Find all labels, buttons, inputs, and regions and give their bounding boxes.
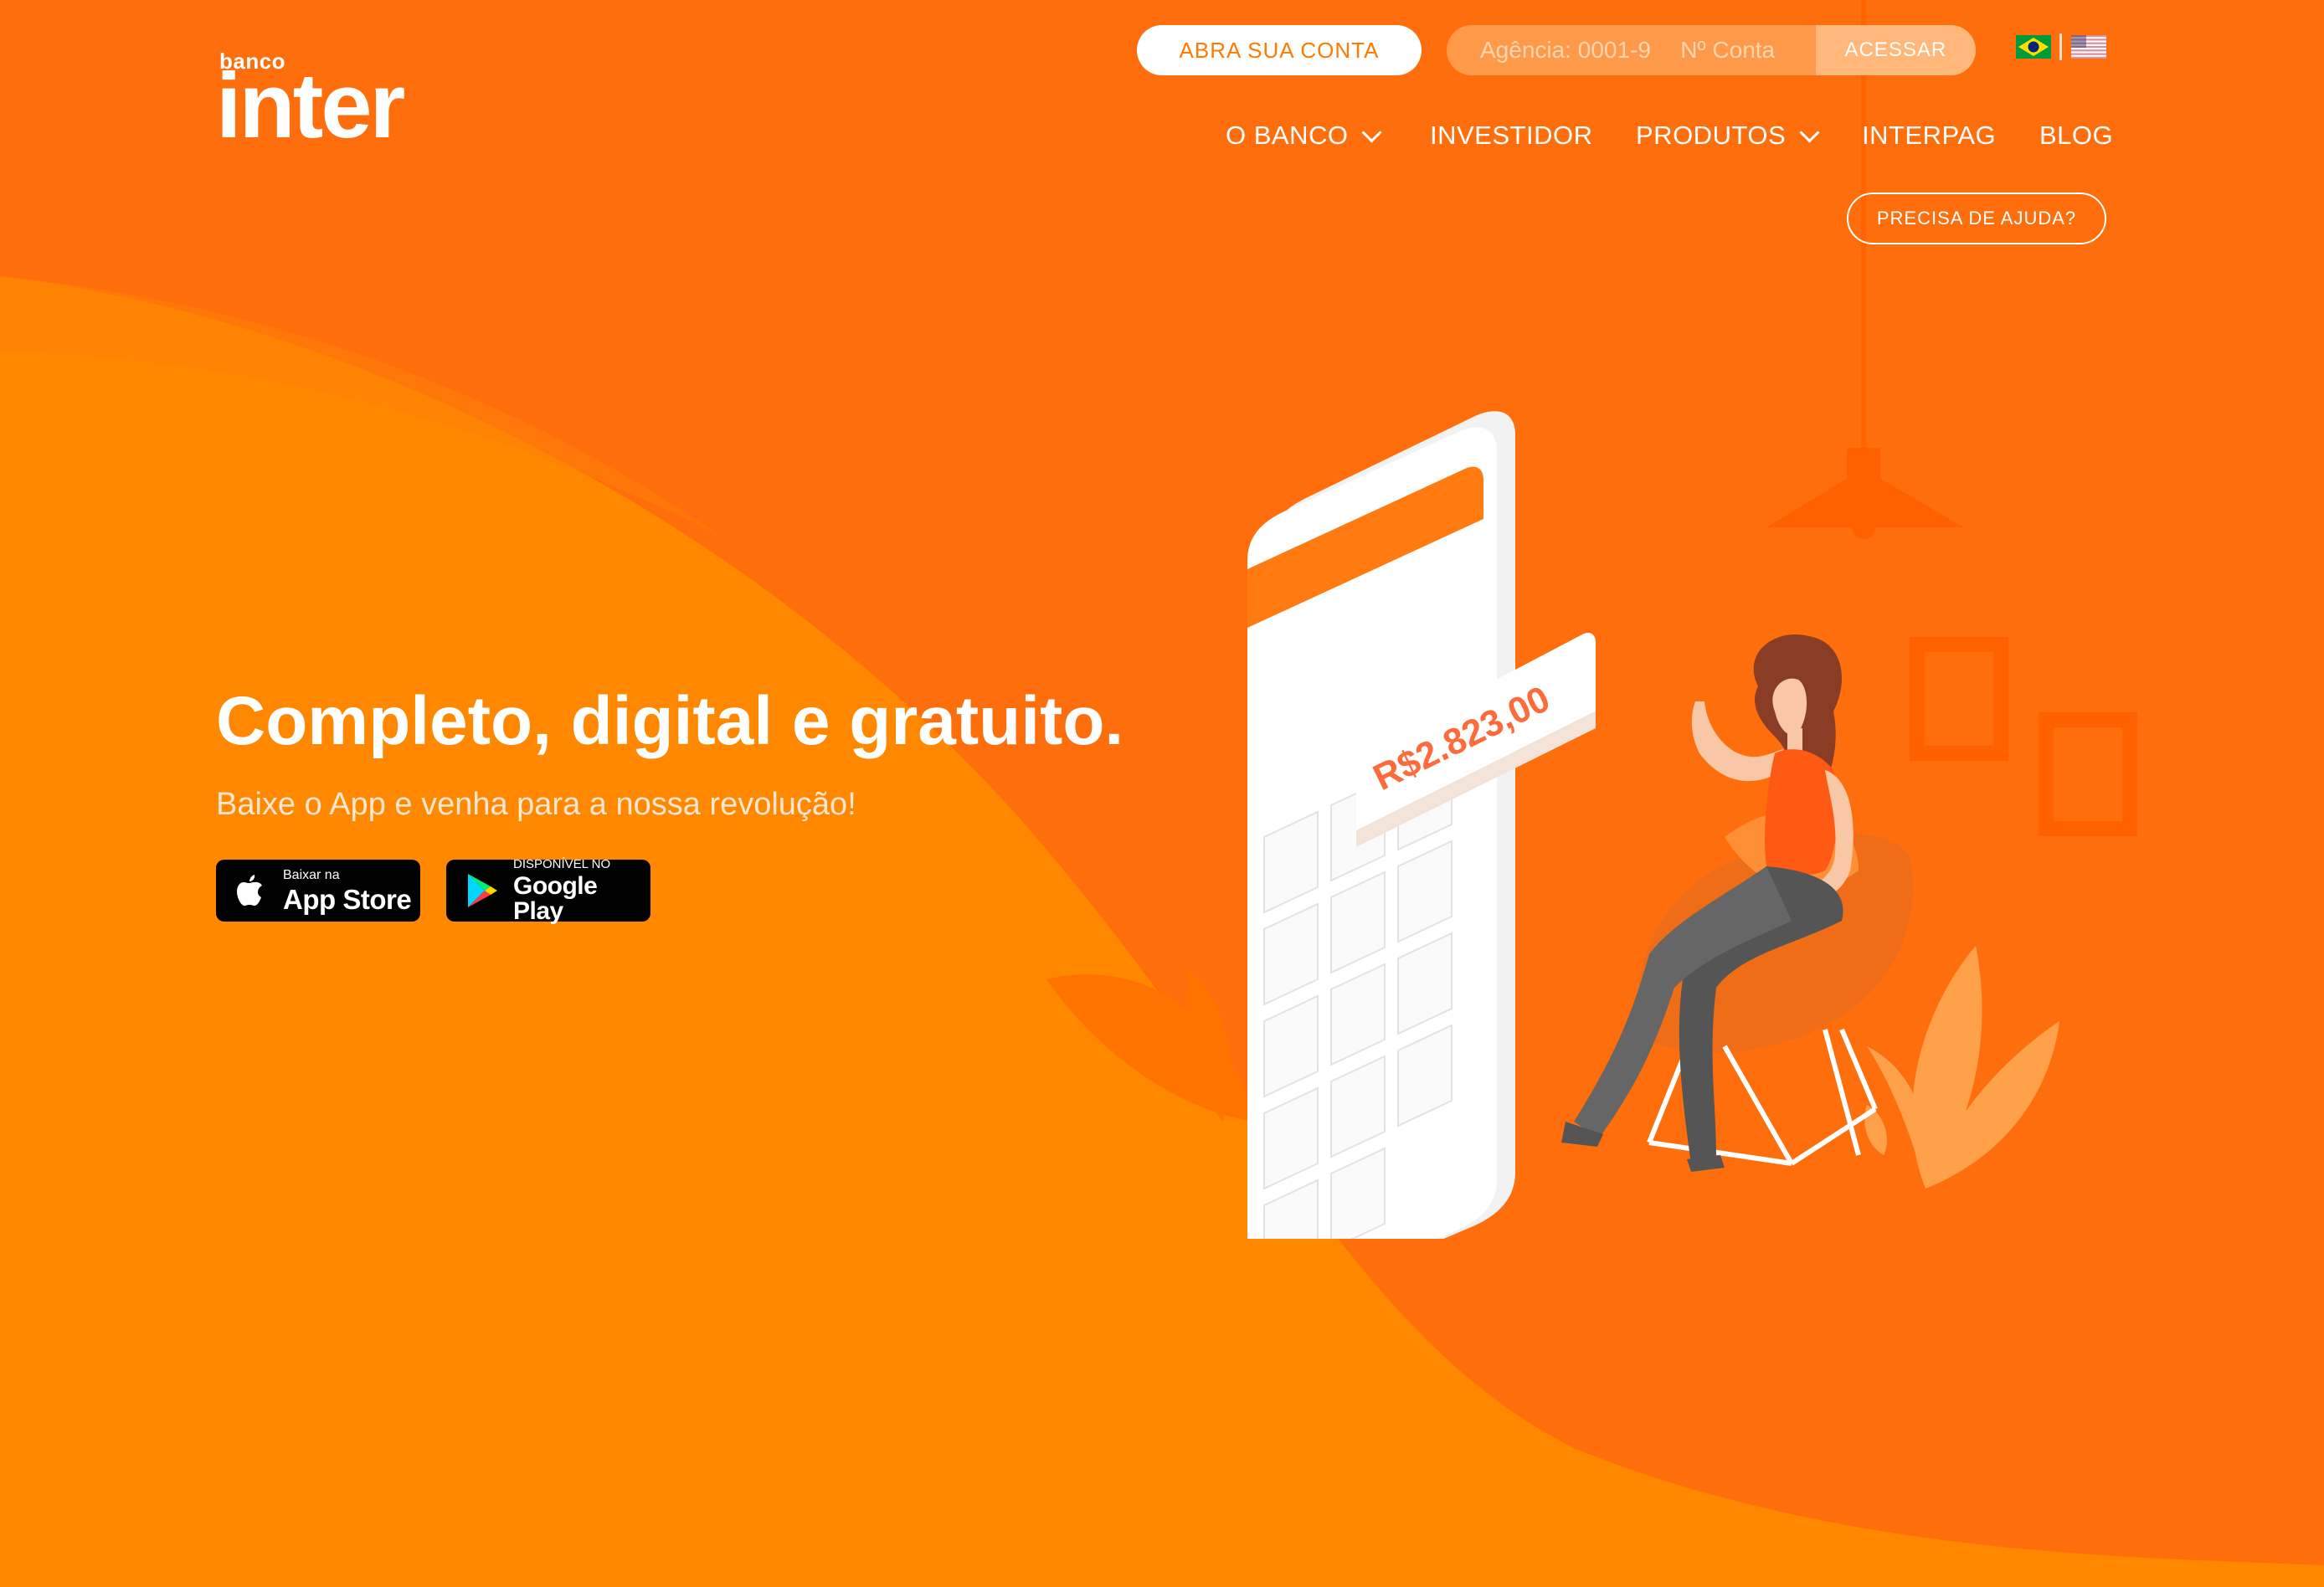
nav-investidor-label: INVESTIDOR bbox=[1430, 121, 1593, 150]
nav-o-banco[interactable]: O BANCO bbox=[1226, 121, 1382, 151]
nav-o-banco-label: O BANCO bbox=[1226, 121, 1349, 150]
google-play-big-text: Google Play bbox=[513, 871, 598, 925]
nav-interpag[interactable]: INTERPAG bbox=[1862, 121, 1996, 151]
app-store-button[interactable]: Baixar na App Store bbox=[216, 860, 420, 922]
brazil-flag-icon[interactable] bbox=[2016, 35, 2051, 59]
google-play-small-text: DISPONÍVEL NO bbox=[513, 856, 611, 871]
open-account-button[interactable]: ABRA SUA CONTA bbox=[1137, 25, 1422, 75]
logo-inter-text: inter bbox=[216, 54, 405, 157]
app-store-big-text: App Store bbox=[283, 883, 412, 915]
access-button[interactable]: ACESSAR bbox=[1815, 25, 1976, 75]
hero-illustration: R$2.823,00 Conta digital bbox=[1247, 411, 1914, 1239]
apple-icon bbox=[237, 875, 262, 906]
login-form: Agência: 0001-9 Nº Conta ACESSAR bbox=[1447, 25, 1976, 75]
chevron-down-icon bbox=[1799, 121, 1820, 143]
language-separator bbox=[2059, 33, 2062, 60]
chevron-down-icon bbox=[1361, 121, 1382, 143]
nav-investidor[interactable]: INVESTIDOR bbox=[1430, 121, 1592, 151]
usa-flag-icon[interactable] bbox=[2071, 35, 2106, 59]
google-play-icon bbox=[468, 874, 497, 907]
help-button[interactable]: PRECISA DE AJUDA? bbox=[1847, 193, 2106, 244]
nav-blog[interactable]: BLOG bbox=[2039, 121, 2113, 151]
account-number-input[interactable]: Nº Conta bbox=[1680, 25, 1815, 75]
nav-interpag-label: INTERPAG bbox=[1862, 121, 1997, 150]
agencia-field[interactable]: Agência: 0001-9 bbox=[1447, 25, 1680, 75]
hero-subheadline: Baixe o App e venha para a nossa revoluç… bbox=[216, 787, 856, 822]
nav-produtos-label: PRODUTOS bbox=[1636, 121, 1787, 150]
google-play-button[interactable]: DISPONÍVEL NO Google Play bbox=[446, 856, 650, 925]
nav-blog-label: BLOG bbox=[2039, 121, 2114, 150]
app-store-small-text: Baixar na bbox=[283, 867, 340, 882]
nav-produtos[interactable]: PRODUTOS bbox=[1636, 121, 1820, 151]
phone-illustration: R$2.823,00 Conta digital bbox=[1247, 411, 1596, 1239]
